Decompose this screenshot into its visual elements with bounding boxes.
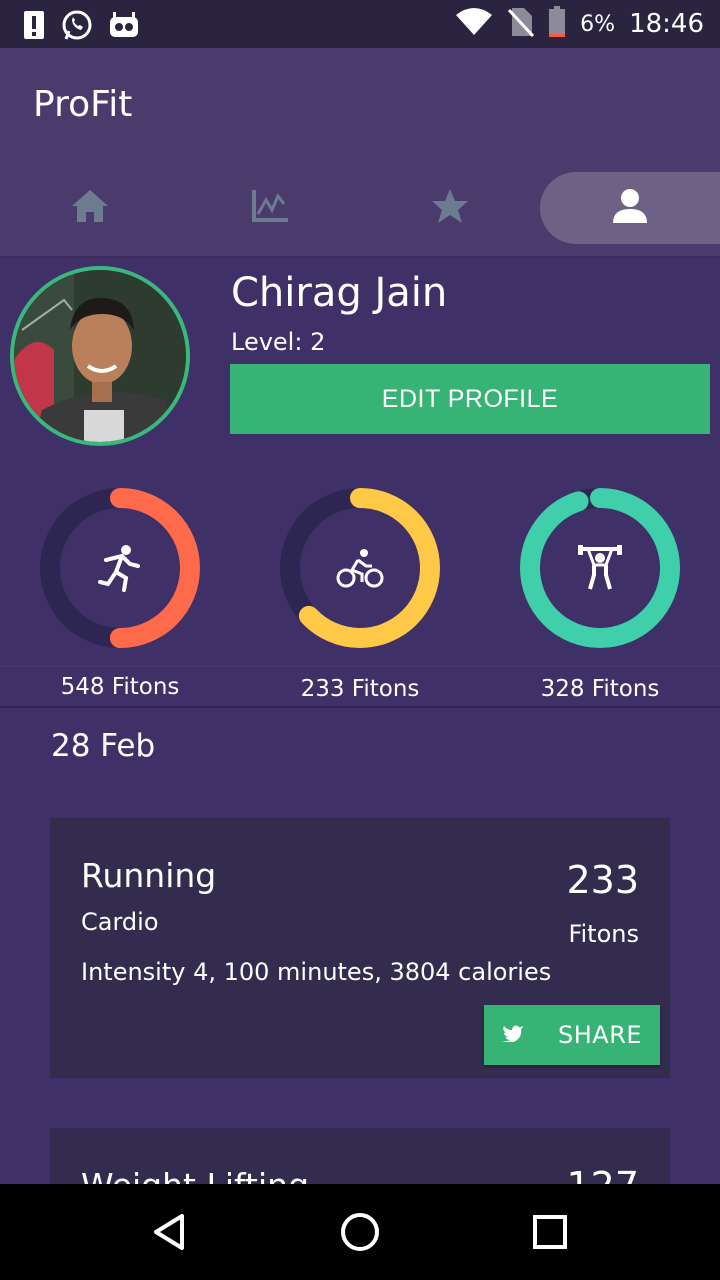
recents-icon	[533, 1215, 567, 1249]
activity-category: Cardio	[81, 908, 159, 936]
star-icon	[430, 187, 470, 229]
tab-profile[interactable]	[540, 172, 720, 244]
home-icon	[70, 188, 110, 228]
whatsapp-icon	[60, 8, 94, 46]
back-button[interactable]	[110, 1184, 230, 1280]
activity-card[interactable]: Running Cardio Intensity 4, 100 minutes,…	[50, 818, 670, 1078]
profile-icon	[610, 187, 650, 229]
avatar[interactable]	[10, 266, 190, 446]
running-ring[interactable]	[40, 488, 200, 648]
wifi-icon	[454, 7, 494, 41]
alert-icon	[22, 9, 46, 45]
home-nav-button[interactable]	[300, 1184, 420, 1280]
cycling-icon	[280, 488, 440, 648]
no-sim-icon	[508, 6, 535, 42]
tab-home[interactable]	[0, 172, 180, 244]
cycling-fitons: 233 Fitons	[300, 676, 420, 702]
activity-details: Intensity 4, 100 minutes, 3804 calories	[81, 958, 552, 986]
recents-button[interactable]	[490, 1184, 610, 1280]
battery-percent: 6%	[580, 11, 616, 37]
user-name: Chirag Jain	[231, 270, 448, 316]
share-button[interactable]: SHARE	[484, 1005, 660, 1065]
user-level: Level: 2	[231, 328, 326, 356]
share-label: SHARE	[558, 1021, 643, 1049]
header-divider	[0, 256, 720, 258]
battery-icon	[548, 6, 566, 42]
tab-stats[interactable]	[180, 172, 360, 244]
app-title: ProFit	[33, 84, 133, 125]
chart-icon	[250, 188, 290, 228]
weightlifting-icon	[520, 488, 680, 648]
clock: 18:46	[629, 9, 704, 39]
cycling-ring[interactable]	[280, 488, 440, 648]
activity-title: Running	[81, 856, 217, 895]
activity-fitons-value: 233	[566, 858, 639, 902]
avatar-photo	[14, 270, 186, 442]
weightlifting-fitons: 328 Fitons	[540, 676, 660, 702]
twitter-icon	[502, 1024, 524, 1046]
weightlifting-ring[interactable]	[520, 488, 680, 648]
activity-fitons-unit: Fitons	[568, 920, 639, 948]
home-circle-icon	[341, 1213, 379, 1251]
robot-icon	[108, 11, 140, 43]
edit-profile-button[interactable]: EDIT PROFILE	[230, 364, 710, 434]
system-nav-bar	[0, 1184, 720, 1280]
tab-favorites[interactable]	[360, 172, 540, 244]
running-fitons: 548 Fitons	[60, 674, 180, 700]
running-icon	[40, 488, 200, 648]
status-bar: 6% 18:46	[0, 0, 720, 48]
feed-date: 28 Feb	[51, 728, 156, 764]
back-icon	[154, 1214, 184, 1250]
